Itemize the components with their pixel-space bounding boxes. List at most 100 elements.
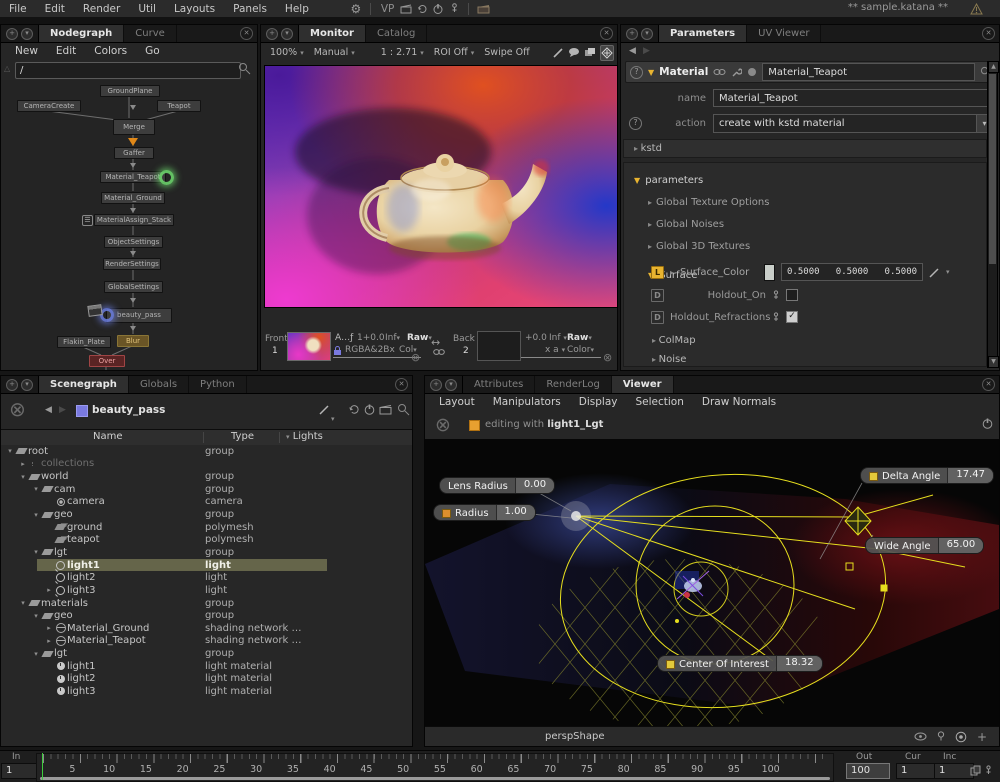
- scenegraph-row-light1[interactable]: light1light material: [1, 660, 412, 673]
- delta-angle-pill[interactable]: Delta Angle17.47: [860, 467, 994, 484]
- local-badge[interactable]: L: [651, 266, 664, 279]
- figure-icon[interactable]: [772, 290, 780, 301]
- scenegraph-row-light2[interactable]: light2light: [1, 571, 412, 584]
- tab-renderlog[interactable]: RenderLog: [535, 376, 611, 393]
- node-material_teapot[interactable]: Material_Teapot: [100, 171, 166, 183]
- back-clear-icon[interactable]: ⊗: [603, 351, 612, 364]
- tab-curve[interactable]: Curve: [124, 25, 177, 42]
- scenegraph-row-lgt[interactable]: ▾lgtgroup: [1, 546, 412, 559]
- slate-icon[interactable]: [398, 2, 414, 16]
- pen-dropdown-icon[interactable]: ▾: [331, 406, 335, 425]
- expander-icon[interactable]: ▾: [31, 485, 41, 493]
- roi-dropdown[interactable]: ROI Off ▾: [431, 46, 477, 59]
- item-name-label[interactable]: light2: [67, 572, 96, 583]
- help-icon[interactable]: ?: [630, 66, 643, 79]
- item-name-label[interactable]: light3: [67, 585, 96, 596]
- item-name-label[interactable]: light1: [67, 661, 96, 672]
- expander-icon[interactable]: ▾: [5, 447, 15, 455]
- pane-add-icon[interactable]: +: [6, 379, 18, 391]
- expander-icon[interactable]: ▸: [44, 637, 54, 645]
- expander-icon[interactable]: ▾: [31, 511, 41, 519]
- in-field[interactable]: 1: [1, 763, 39, 779]
- pane-add-icon[interactable]: +: [6, 28, 18, 40]
- plus-icon[interactable]: +: [977, 730, 987, 744]
- scenegraph-row-light3[interactable]: light3light material: [1, 685, 412, 698]
- item-name-label[interactable]: lgt: [54, 547, 67, 558]
- scenegraph-row-material_ground[interactable]: ▸Material_Groundshading network …: [1, 622, 412, 635]
- scenegraph-row-ground[interactable]: groundpolymesh: [1, 521, 412, 534]
- playhead[interactable]: [42, 753, 43, 780]
- node-blur[interactable]: Blur: [117, 335, 149, 347]
- nodegraph-menu-go[interactable]: Go: [137, 44, 168, 58]
- pane-add-icon[interactable]: +: [430, 379, 442, 391]
- link-icon[interactable]: [433, 348, 445, 356]
- scenegraph-row-materials[interactable]: ▾materialsgroup: [1, 597, 412, 610]
- node-search-input[interactable]: /: [15, 62, 241, 79]
- power-icon[interactable]: [430, 2, 446, 16]
- node-materialassign_stack[interactable]: MaterialAssign_Stack☰: [94, 214, 174, 226]
- viewer-menu-selection[interactable]: Selection: [628, 395, 692, 409]
- holdout-refractions-checkbox[interactable]: ✓: [786, 311, 798, 323]
- tab-catalog[interactable]: Catalog: [366, 25, 427, 42]
- node-over[interactable]: Over: [89, 355, 125, 367]
- kstd-section[interactable]: ▸ kstd: [623, 139, 987, 158]
- tab-attributes[interactable]: Attributes: [463, 376, 535, 393]
- front-clear-icon[interactable]: ⊗: [411, 351, 420, 364]
- node-groundplane[interactable]: GroundPlane: [100, 85, 160, 97]
- zoom-dropdown[interactable]: 100% ▾: [267, 46, 307, 59]
- search-icon[interactable]: [238, 62, 251, 75]
- node-flakin_plate[interactable]: Flakin_Plate: [57, 336, 111, 348]
- back-colorspace-dropdown[interactable]: Color▾: [567, 345, 594, 355]
- refresh-icon[interactable]: [347, 403, 360, 415]
- filter-triangle-icon[interactable]: △: [4, 64, 10, 73]
- expand-triangle-icon[interactable]: ▼: [648, 68, 654, 77]
- scenegraph-row-geo[interactable]: ▾geogroup: [1, 609, 412, 622]
- item-name-label[interactable]: light1: [67, 560, 100, 571]
- node-rendersettings[interactable]: RenderSettings: [103, 258, 161, 270]
- menu-layouts[interactable]: Layouts: [165, 1, 224, 17]
- scenegraph-row-camera[interactable]: cameracamera: [1, 496, 412, 509]
- expander-icon[interactable]: ▸: [44, 624, 54, 632]
- forward-icon[interactable]: ▶: [59, 405, 66, 415]
- node-objectsettings[interactable]: ObjectSettings: [104, 236, 163, 248]
- item-name-label[interactable]: ground: [67, 522, 102, 533]
- nodegraph-canvas[interactable]: GroundPlaneCameraCreateTeapotMergeGaffer…: [1, 80, 257, 370]
- eye-icon[interactable]: [914, 732, 927, 741]
- item-name-label[interactable]: camera: [67, 496, 105, 507]
- power-icon[interactable]: [363, 403, 376, 416]
- clear-icon[interactable]: ⊗: [435, 414, 451, 436]
- render-image[interactable]: [264, 65, 618, 308]
- pane-menu-icon[interactable]: ▾: [21, 379, 33, 391]
- close-icon[interactable]: ✕: [240, 27, 253, 40]
- item-name-label[interactable]: geo: [54, 610, 73, 621]
- tab-globals[interactable]: Globals: [129, 376, 189, 393]
- item-name-label[interactable]: cam: [54, 484, 75, 495]
- tab-nodegraph[interactable]: Nodegraph: [39, 25, 124, 42]
- menu-edit[interactable]: Edit: [36, 1, 74, 17]
- clear-scenegraph-icon[interactable]: ⊗: [9, 397, 26, 421]
- param-group-global-3d-textures[interactable]: Global 3D Textures: [648, 241, 986, 252]
- viewer-menu-draw-normals[interactable]: Draw Normals: [694, 395, 784, 409]
- nodegraph-menu-colors[interactable]: Colors: [86, 44, 135, 58]
- wide-angle-pill[interactable]: Wide Angle65.00: [865, 537, 984, 554]
- expand-arrow-icon[interactable]: ▸: [670, 268, 674, 277]
- color-values-field[interactable]: 0.5000 0.5000 0.5000: [781, 263, 923, 281]
- item-name-label[interactable]: teapot: [67, 534, 100, 545]
- pane-menu-icon[interactable]: ▾: [641, 28, 653, 40]
- default-badge[interactable]: D: [651, 311, 664, 324]
- node-globalsettings[interactable]: GlobalSettings: [104, 281, 163, 293]
- expander-icon[interactable]: ▾: [31, 650, 41, 658]
- close-icon[interactable]: ✕: [600, 27, 613, 40]
- swipe-toggle[interactable]: Swipe Off: [481, 46, 532, 59]
- node-gaffer[interactable]: Gaffer: [114, 147, 154, 159]
- expander-icon[interactable]: ▸: [18, 460, 28, 468]
- tab-parameters[interactable]: Parameters: [659, 25, 747, 42]
- item-name-label[interactable]: Material_Teapot: [67, 635, 146, 646]
- menu-panels[interactable]: Panels: [224, 1, 276, 17]
- ratio-dropdown[interactable]: 1 : 2.71 ▾: [378, 46, 427, 59]
- scenegraph-row-cam[interactable]: ▾camgroup: [1, 483, 412, 496]
- pen-icon[interactable]: [929, 267, 940, 278]
- material-node-header[interactable]: ? ▼ Material Material_Teapot: [625, 61, 997, 83]
- item-name-label[interactable]: collections: [41, 458, 94, 469]
- current-node-label[interactable]: beauty_pass: [92, 404, 165, 416]
